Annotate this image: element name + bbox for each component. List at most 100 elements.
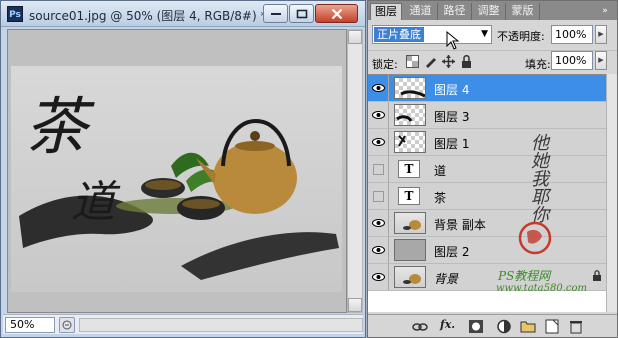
visibility-toggle[interactable] — [368, 156, 389, 182]
tab-channels[interactable]: 通道 — [404, 3, 438, 20]
photoshop-icon: Ps — [7, 6, 23, 22]
vertical-scrollbar[interactable] — [347, 29, 363, 313]
layer-name[interactable]: 图层 3 — [434, 108, 469, 125]
chevron-down-icon: ▼ — [481, 29, 488, 39]
layer-row-layer-4[interactable]: 图层 4 — [368, 75, 606, 102]
layer-name[interactable]: 道 — [434, 162, 446, 179]
layer-name[interactable]: 图层 4 — [434, 81, 469, 98]
status-menu-button[interactable] — [59, 317, 75, 333]
lock-transparency-icon[interactable] — [406, 55, 419, 68]
text-layer-icon: T — [398, 160, 420, 178]
maximize-icon — [296, 9, 307, 18]
teapot-lid — [235, 141, 275, 151]
close-button[interactable] — [315, 4, 358, 23]
scroll-down-arrow[interactable] — [348, 298, 362, 312]
layer-name[interactable]: 图层 1 — [434, 135, 469, 152]
new-layer-icon[interactable] — [544, 319, 560, 334]
layer-row-layer-3[interactable]: 图层 3 — [368, 102, 606, 129]
visibility-toggle[interactable] — [368, 264, 389, 290]
maximize-button[interactable] — [289, 4, 314, 23]
visibility-off-box — [373, 164, 384, 175]
lock-position-icon[interactable] — [442, 55, 455, 68]
visibility-toggle[interactable] — [368, 183, 389, 209]
eye-icon — [372, 138, 385, 146]
fill-field[interactable]: 100% — [551, 51, 593, 70]
layer-row-layer-2[interactable]: 图层 2 — [368, 237, 606, 264]
lock-all-icon[interactable] — [460, 55, 473, 68]
layer-name[interactable]: 图层 2 — [434, 243, 469, 260]
lock-pixels-icon[interactable] — [424, 55, 437, 68]
opacity-label: 不透明度: — [497, 30, 545, 43]
lock-label: 锁定: — [372, 58, 398, 71]
blend-mode-select[interactable]: 正片叠底 ▼ — [372, 25, 492, 44]
signature-watermark: 他她我耶你 — [528, 133, 549, 223]
visibility-off-box — [373, 191, 384, 202]
layer-lock-icon — [593, 270, 601, 281]
visibility-toggle[interactable] — [368, 237, 389, 263]
layer-thumbnail — [394, 239, 426, 261]
zoom-field[interactable]: 50% — [5, 317, 55, 333]
trash-icon[interactable] — [568, 319, 584, 334]
tab-paths[interactable]: 路径 — [438, 3, 472, 20]
tab-layers[interactable]: 图层 — [370, 3, 402, 20]
eye-icon — [372, 273, 385, 281]
layer-thumbnail — [394, 104, 426, 126]
minimize-button[interactable] — [263, 4, 288, 23]
document-image[interactable]: 茶 道 — [11, 66, 342, 292]
canvas-area[interactable]: 茶 道 — [7, 29, 347, 313]
panel-footer: fx. — [368, 314, 617, 337]
layer-name[interactable]: 背景 — [434, 270, 458, 287]
panel-menu-button[interactable]: » — [597, 5, 613, 17]
link-layers-icon[interactable] — [412, 319, 428, 334]
eye-icon — [372, 219, 385, 227]
ink-stroke-right — [181, 232, 339, 280]
document-title-bar[interactable]: Ps source01.jpg @ 50% (图层 4, RGB/8#) * — [1, 1, 365, 27]
horizontal-scrollbar[interactable] — [79, 318, 363, 332]
layer-row-cha[interactable]: T 茶 — [368, 183, 606, 210]
visibility-toggle[interactable] — [368, 102, 389, 128]
layer-thumbnail — [394, 77, 426, 99]
document-title: source01.jpg @ 50% (图层 4, RGB/8#) * — [29, 9, 267, 23]
text-layer-icon: T — [398, 187, 420, 205]
calligraphy-cha: 茶 — [25, 90, 88, 163]
eye-icon — [372, 111, 385, 119]
fill-label: 填充: — [525, 58, 551, 71]
fx-button[interactable]: fx. — [440, 318, 458, 333]
new-group-icon[interactable] — [520, 319, 536, 334]
opacity-field[interactable]: 100% — [551, 25, 593, 44]
layer-thumbnail — [394, 131, 426, 153]
panel-tab-bar: 图层 通道 路径 调整 蒙版 » — [368, 1, 617, 20]
teapot-knob — [250, 131, 260, 141]
minimize-icon — [270, 12, 281, 15]
scroll-up-arrow[interactable] — [348, 30, 362, 44]
blend-mode-value: 正片叠底 — [374, 27, 424, 42]
tab-adjustments[interactable]: 调整 — [472, 3, 506, 20]
layer-list: 图层 4 图层 3 图层 1 T 道 T 茶 背景 副本 图层 2 背景 他她我… — [368, 74, 606, 312]
watermark-site-name: PS教程网 — [498, 269, 551, 283]
opacity-stepper[interactable]: ▶ — [595, 25, 607, 44]
layer-thumbnail — [394, 266, 426, 288]
visibility-toggle[interactable] — [368, 129, 389, 155]
layer-name[interactable]: 背景 副本 — [434, 216, 486, 233]
document-window: Ps source01.jpg @ 50% (图层 4, RGB/8#) * 茶… — [0, 0, 366, 338]
adjustment-layer-icon[interactable] — [496, 319, 512, 334]
layer-row-background-copy[interactable]: 背景 副本 — [368, 210, 606, 237]
visibility-toggle[interactable] — [368, 210, 389, 236]
layers-panel: 图层 通道 路径 调整 蒙版 » 正片叠底 ▼ 不透明度: 100% ▶ 锁定:… — [367, 0, 618, 338]
eye-icon — [372, 246, 385, 254]
visibility-toggle[interactable] — [368, 75, 389, 101]
watermark-url: www.tata580.com — [496, 283, 588, 294]
calligraphy-dao: 道 — [71, 177, 115, 228]
tab-masks[interactable]: 蒙版 — [506, 3, 540, 20]
layer-row-layer-1[interactable]: 图层 1 — [368, 129, 606, 156]
mouse-cursor-icon — [446, 31, 460, 50]
layer-thumbnail — [394, 212, 426, 234]
add-mask-icon[interactable] — [468, 319, 484, 334]
status-bar: 50% — [3, 314, 363, 334]
fill-stepper[interactable]: ▶ — [595, 51, 607, 70]
status-menu-icon — [62, 320, 72, 330]
layer-row-dao[interactable]: T 道 — [368, 156, 606, 183]
layer-name[interactable]: 茶 — [434, 189, 446, 206]
layer-list-scrollbar[interactable] — [606, 74, 617, 312]
close-icon — [331, 8, 342, 19]
